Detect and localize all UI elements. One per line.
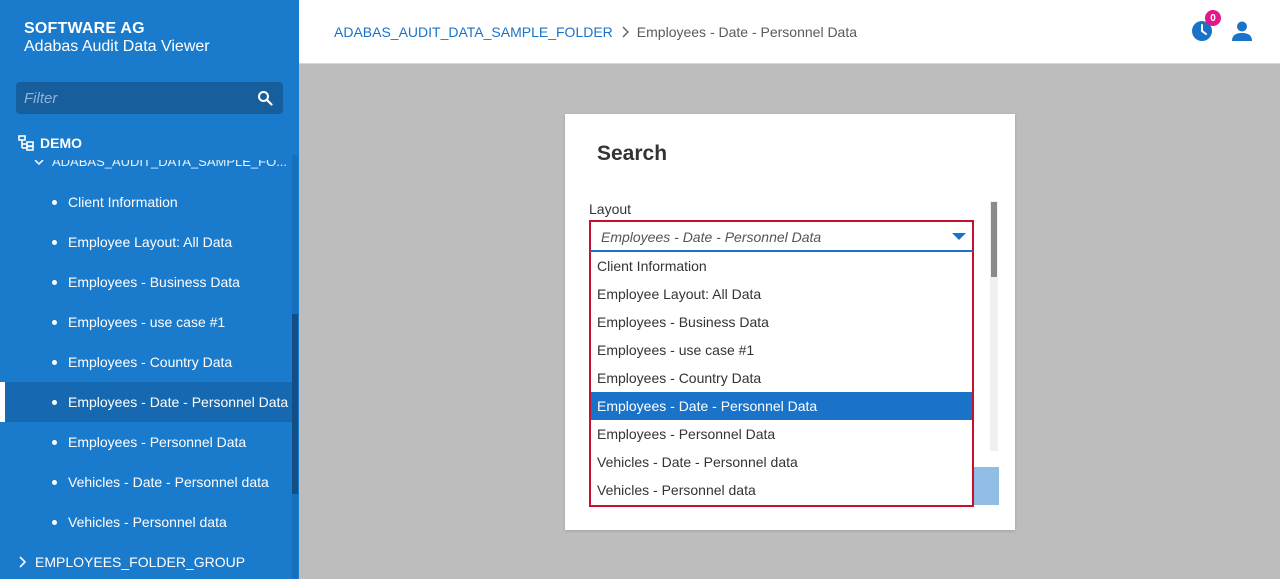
breadcrumb: ADABAS_AUDIT_DATA_SAMPLE_FOLDER Employee… [334,24,857,40]
layout-select-value: Employees - Date - Personnel Data [601,229,822,245]
sidebar-item-label: Employees - Business Data [68,274,240,290]
tree-list: ADABAS_AUDIT_DATA_SAMPLE_FO... Client In… [0,160,299,579]
folder-group-item[interactable]: EMPLOYEES_FOLDER_GROUP [18,554,245,570]
sidebar-item-label: Employee Layout: All Data [68,234,233,250]
breadcrumb-folder-link[interactable]: ADABAS_AUDIT_DATA_SAMPLE_FOLDER [334,24,613,40]
dropdown-option-selected[interactable]: Employees - Date - Personnel Data [591,392,972,420]
search-title: Search [597,142,668,165]
user-icon[interactable] [1230,19,1254,43]
layout-select[interactable]: Employees - Date - Personnel Data [589,220,974,252]
dropdown-option[interactable]: Employees - Personnel Data [591,420,972,448]
tree-root-demo[interactable]: DEMO [18,134,82,152]
card-scrollbar[interactable] [990,201,998,451]
folder-label: ADABAS_AUDIT_DATA_SAMPLE_FO... [52,160,288,169]
bullet-icon [52,479,57,485]
sidebar-item-label: Employees - Personnel Data [68,434,247,450]
tree-icon [18,135,34,151]
dropdown-option[interactable]: Vehicles - Personnel data [591,476,972,504]
sidebar-item-label: Vehicles - Personnel data [68,514,227,530]
folder-item[interactable]: ADABAS_AUDIT_DATA_SAMPLE_FO... [34,160,287,169]
sidebar-item-employees-date-personnel-data[interactable]: Employees - Date - Personnel Data [0,382,292,422]
folder-group-label: EMPLOYEES_FOLDER_GROUP [35,554,246,570]
search-button[interactable] [974,467,999,505]
sidebar-item-label: Employees - Country Data [68,354,233,370]
sidebar-item-vehicles-date-personnel-data[interactable]: Vehicles - Date - Personnel data [0,462,292,502]
dropdown-option[interactable]: Employee Layout: All Data [591,280,972,308]
dropdown-option[interactable]: Employees - Business Data [591,308,972,336]
bullet-icon [52,239,57,245]
chevron-down-icon [34,160,44,165]
top-header: ADABAS_AUDIT_DATA_SAMPLE_FOLDER Employee… [299,0,1280,64]
dropdown-option[interactable]: Employees - use case #1 [591,336,972,364]
filter-box [16,82,283,114]
brand-subtitle: Adabas Audit Data Viewer [24,38,210,55]
search-card: Search Layout Employees - Date - Personn… [565,114,1015,530]
dropdown-option[interactable]: Client Information [591,252,972,280]
brand-title: SOFTWARE AG [24,20,145,37]
dropdown-option[interactable]: Vehicles - Date - Personnel data [591,448,972,476]
sidebar-item-employees-personnel-data[interactable]: Employees - Personnel Data [0,422,292,462]
notification-badge: 0 [1205,10,1221,26]
layout-dropdown-list: Client Information Employee Layout: All … [589,252,974,507]
sidebar-item-vehicles-personnel-data[interactable]: Vehicles - Personnel data [0,502,292,542]
sidebar-item-label: Employees - Date - Personnel Data [68,394,289,410]
sidebar-item-label: Employees - use case #1 [68,314,226,330]
sidebar-item-employees-use-case-1[interactable]: Employees - use case #1 [0,302,292,342]
sidebar-item-client-information[interactable]: Client Information [0,182,292,222]
bullet-icon [52,319,57,325]
sidebar: SOFTWARE AG Adabas Audit Data Viewer DEM… [0,0,299,579]
sidebar-item-label: Vehicles - Date - Personnel data [68,474,269,490]
bullet-icon [52,439,57,445]
layout-label: Layout [589,201,632,217]
breadcrumb-current: Employees - Date - Personnel Data [636,24,858,40]
card-scrollbar-thumb[interactable] [991,202,997,277]
dropdown-option[interactable]: Employees - Country Data [591,364,972,392]
bullet-icon [52,399,57,405]
bullet-icon [52,519,57,525]
bullet-icon [52,279,57,285]
chevron-right-icon [19,556,26,568]
search-icon[interactable] [257,90,273,106]
sidebar-item-label: Client Information [68,194,178,210]
sidebar-item-employees-business-data[interactable]: Employees - Business Data [0,262,292,302]
chevron-right-icon [622,26,629,38]
caret-down-icon[interactable] [952,233,966,240]
sidebar-item-employees-country-data[interactable]: Employees - Country Data [0,342,292,382]
bullet-icon [52,199,57,205]
sidebar-item-employee-layout-all-data[interactable]: Employee Layout: All Data [0,222,292,262]
bullet-icon [52,359,57,365]
tree-root-label: DEMO [40,135,82,151]
main-content: Search Layout Employees - Date - Personn… [299,65,1280,579]
sidebar-scrollbar[interactable] [292,155,298,579]
sidebar-scrollbar-thumb[interactable] [292,314,298,494]
filter-input[interactable] [16,82,246,114]
